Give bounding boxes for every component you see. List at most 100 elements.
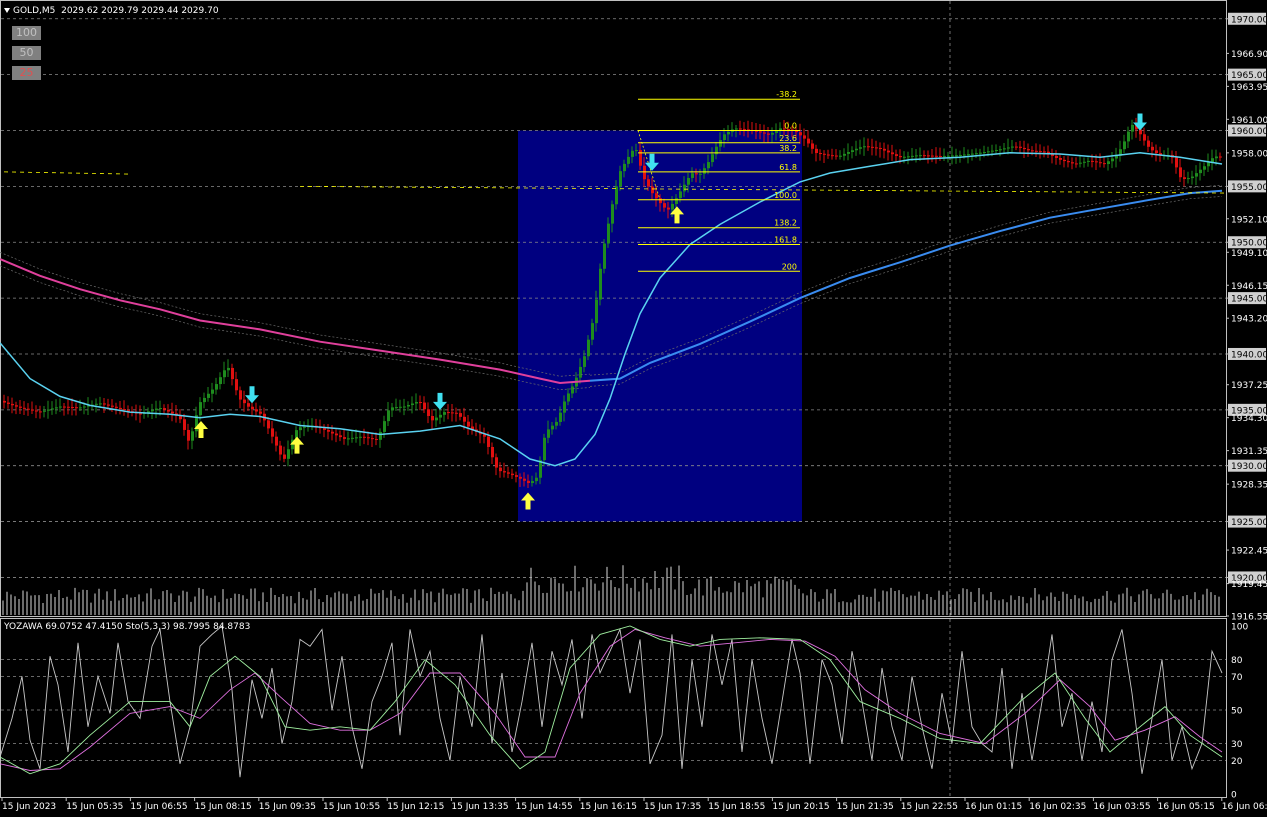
candle [251, 406, 254, 410]
candle [503, 471, 506, 473]
time-tick-label: 15 Jun 16:15 [580, 802, 637, 812]
candle [495, 457, 498, 468]
candle [763, 132, 766, 134]
ohlc-values: 2029.62 2029.79 2029.44 2029.70 [61, 6, 219, 16]
candle [547, 429, 550, 438]
price-tick-label: 1916.55 [1231, 613, 1267, 623]
candle [671, 203, 674, 210]
candle [823, 153, 826, 155]
fibo-level-label: 38.2 [779, 144, 797, 153]
candle [419, 402, 422, 404]
candle [1099, 162, 1102, 164]
candle [1023, 147, 1026, 150]
candle [259, 411, 262, 414]
candle [95, 403, 98, 405]
pink-ma-envelope-lower [0, 265, 591, 391]
candle [867, 146, 870, 148]
time-tick-label: 15 Jun 18:55 [708, 802, 765, 812]
candle [699, 173, 702, 175]
fibo-level-label: 161.8 [774, 235, 797, 244]
candle [247, 403, 250, 407]
time-tick-label: 15 Jun 20:15 [772, 802, 829, 812]
candle [587, 339, 590, 357]
candle [507, 472, 510, 474]
time-tick-label: 16 Jun 01:15 [965, 802, 1022, 812]
time-tick-label: 15 Jun 10:55 [323, 802, 380, 812]
candle [543, 437, 546, 461]
candle [951, 155, 954, 157]
time-tick-label: 15 Jun 12:15 [387, 802, 444, 812]
candle [155, 408, 158, 410]
candle [407, 405, 410, 407]
zoom-50-button[interactable]: 50 [12, 46, 41, 60]
chart-canvas[interactable]: 1970.00 1966.90 1965.00 1963.95 1961.001960.… [0, 0, 1267, 817]
candle [219, 377, 222, 385]
candle [799, 132, 802, 136]
candle [659, 198, 662, 204]
time-tick-label: 15 Jun 13:35 [451, 802, 508, 812]
time-tick-label: 16 Jun 06:35 [1222, 802, 1267, 812]
price-tick-label: 1919.45 [1231, 580, 1267, 590]
dropdown-icon[interactable] [4, 8, 10, 13]
time-tick-label: 15 Jun 09:35 [259, 802, 316, 812]
candle [323, 428, 326, 430]
zoom-100-button[interactable]: 100 [12, 26, 41, 40]
candle [859, 147, 862, 149]
price-tick-label: 1946.15 [1231, 282, 1267, 292]
candle [895, 154, 898, 156]
candle [815, 148, 818, 154]
candle [451, 412, 454, 414]
candle [983, 152, 986, 154]
zoom-25-button[interactable]: 25 [12, 66, 41, 80]
candle [71, 406, 74, 408]
candle [683, 184, 686, 192]
candle [19, 406, 22, 408]
candle [839, 155, 842, 157]
candle [971, 153, 974, 155]
candle [1091, 160, 1094, 162]
candle [603, 243, 606, 269]
candle [1191, 176, 1194, 179]
time-tick-label: 15 Jun 21:35 [837, 802, 894, 812]
candle [151, 409, 154, 412]
candle [183, 419, 186, 430]
candle [487, 436, 490, 447]
candle [691, 173, 694, 178]
candle [1003, 148, 1006, 150]
price-tick-label: 1965.00 [1231, 71, 1267, 81]
fibo-level-label: -38.2 [776, 90, 797, 99]
price-tick-label: 1931.35 [1231, 447, 1267, 457]
candle [1103, 163, 1106, 165]
sub-tick-label: 50 [1231, 707, 1243, 717]
candle [367, 437, 370, 439]
time-tick-label: 15 Jun 05:35 [66, 802, 123, 812]
candle [567, 393, 570, 402]
price-tick-label: 1958.00 [1231, 149, 1267, 159]
candle [351, 437, 354, 439]
candle [499, 467, 502, 472]
candle [399, 406, 402, 408]
candle [675, 198, 678, 204]
candle [99, 403, 102, 405]
fibo-level-label: 200 [782, 262, 797, 271]
sub-tick-label: 100 [1231, 623, 1248, 633]
time-tick-label: 16 Jun 02:35 [1029, 802, 1086, 812]
candle [667, 207, 670, 210]
candle [779, 128, 782, 131]
candle [335, 433, 338, 436]
candle [111, 405, 114, 407]
candle [803, 135, 806, 139]
candle [119, 407, 122, 410]
candle [1139, 129, 1142, 135]
chart-header: GOLD,M5 2029.62 2029.79 2029.44 2029.70 [4, 6, 219, 16]
candle [115, 406, 118, 408]
candle [47, 409, 50, 411]
price-tick-label: 1970.00 [1231, 15, 1267, 25]
candle [27, 408, 30, 410]
fibo-level-label: 138.2 [774, 219, 797, 228]
candle [511, 473, 514, 476]
candle [643, 165, 646, 180]
candle [159, 408, 162, 410]
candle [963, 154, 966, 156]
candle [327, 429, 330, 432]
